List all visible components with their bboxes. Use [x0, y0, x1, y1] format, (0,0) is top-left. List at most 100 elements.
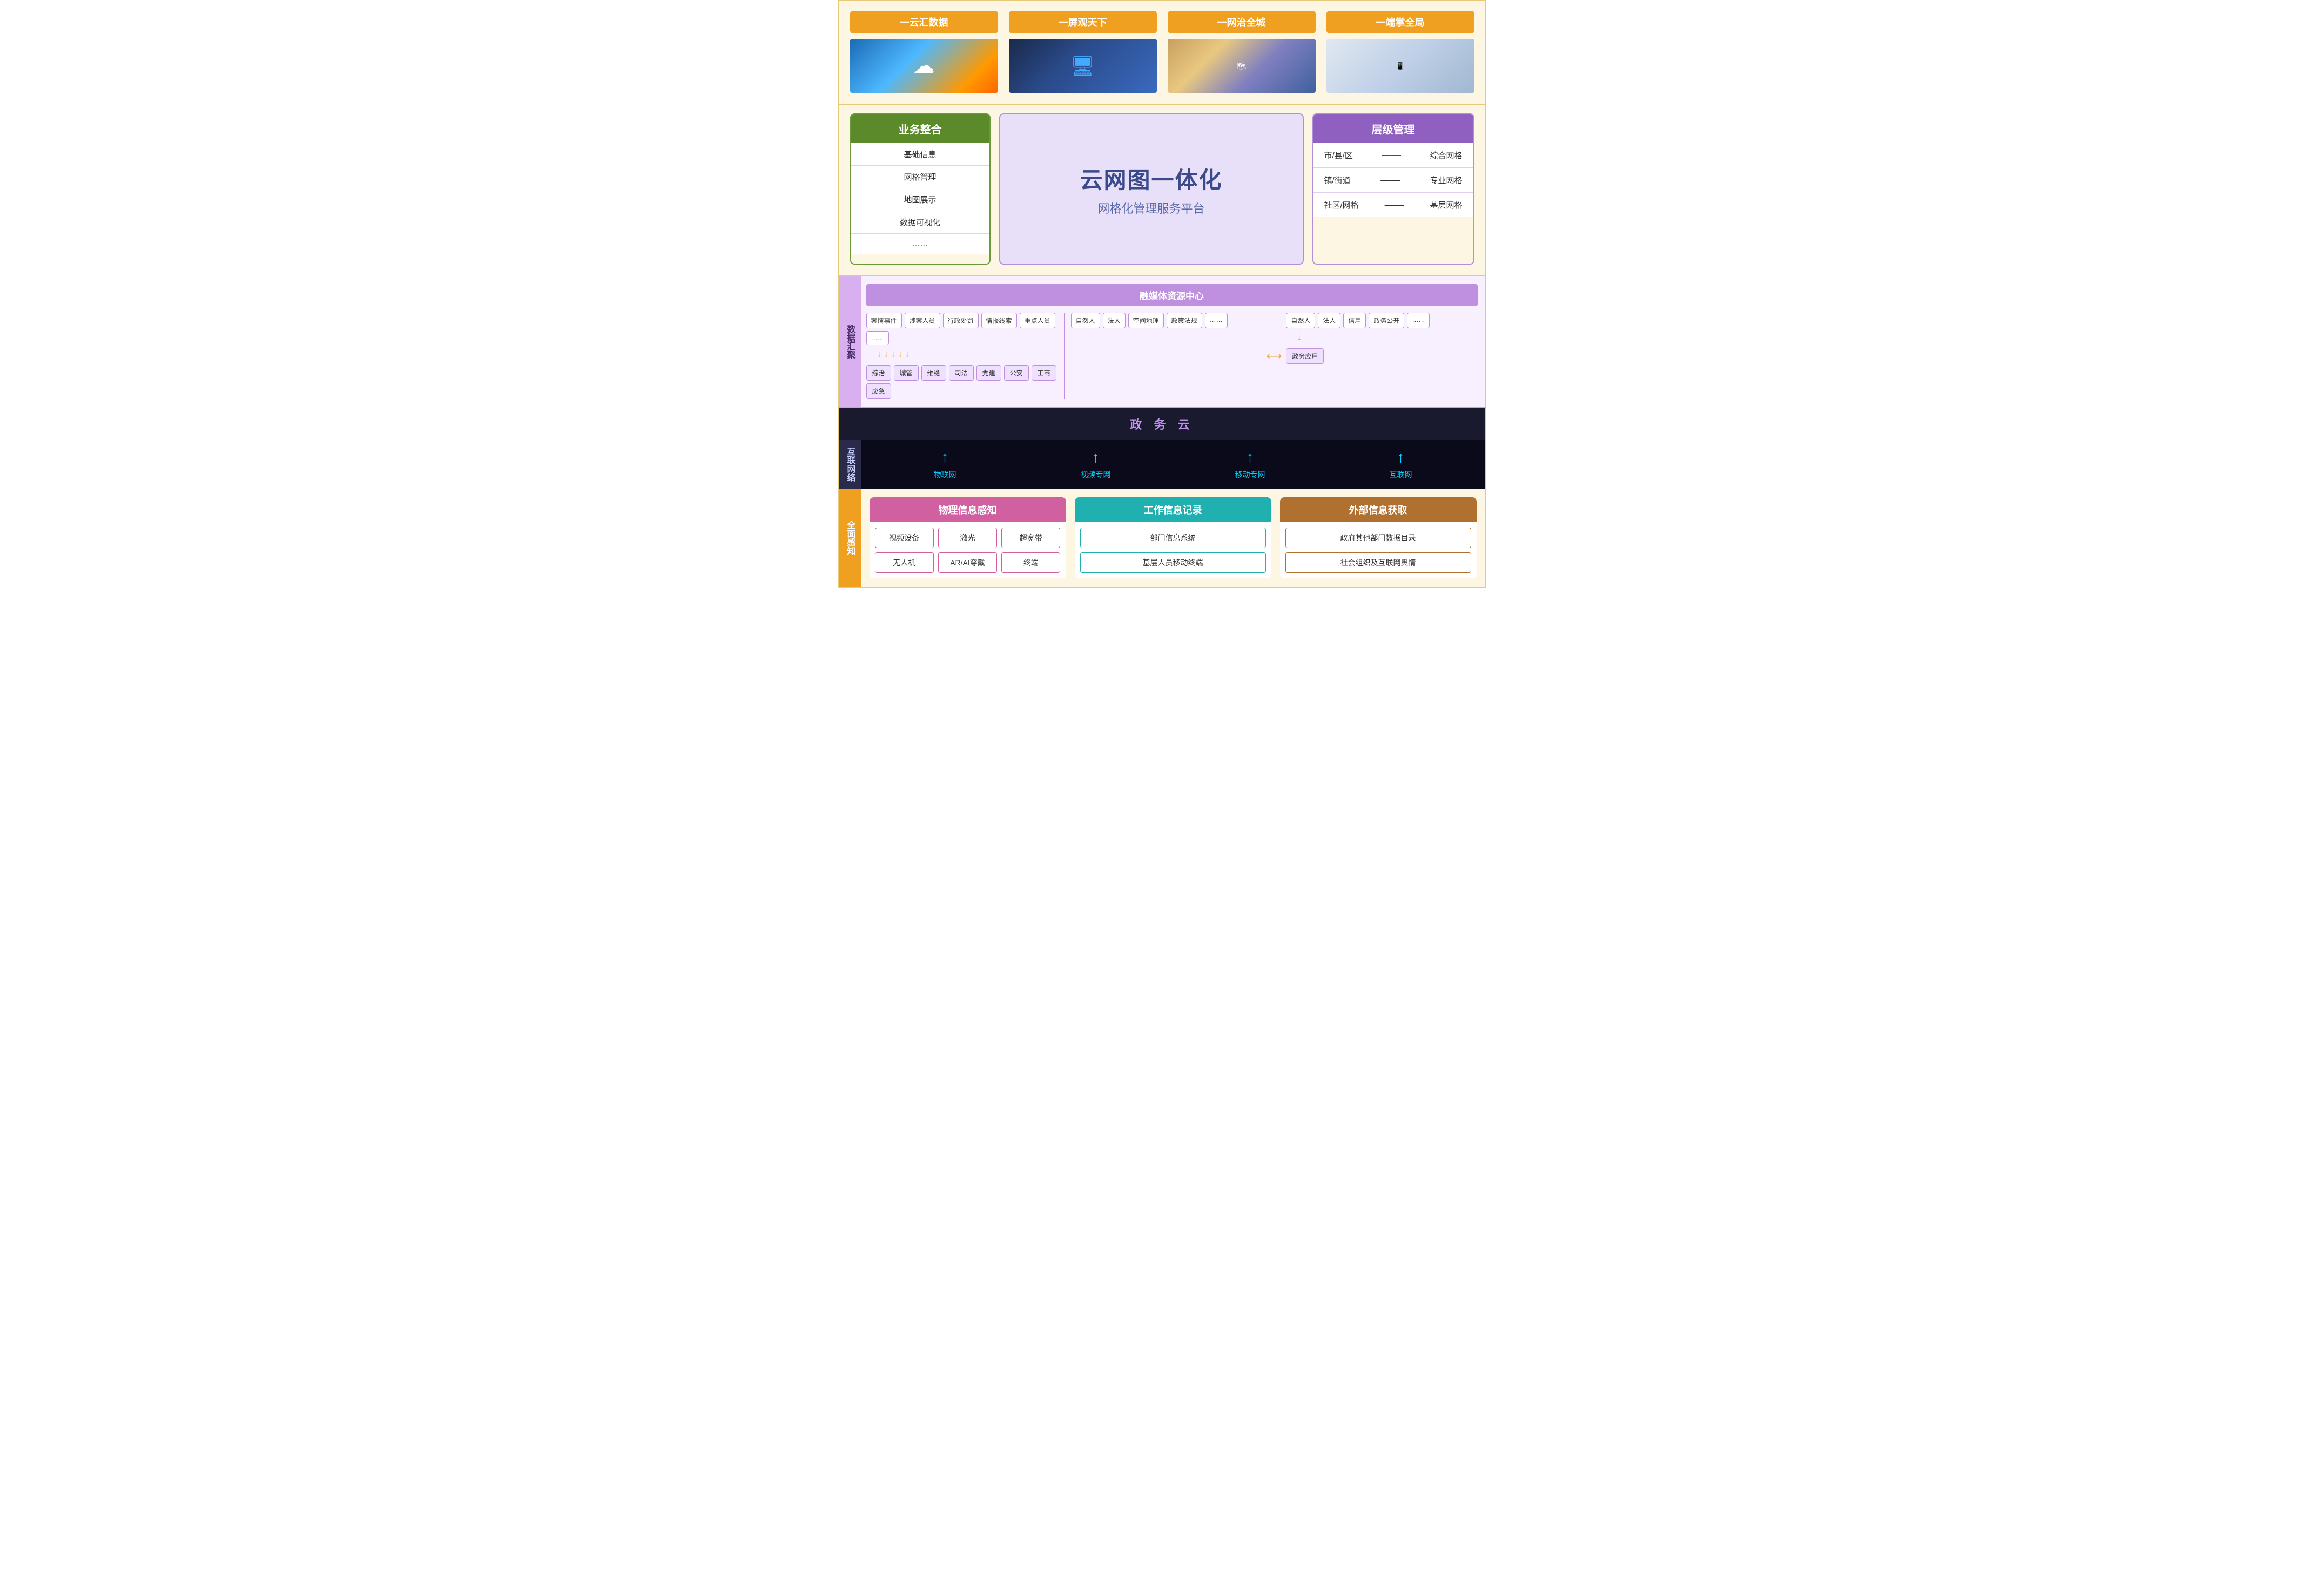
work-row-2: 基层人员移动终端	[1080, 552, 1266, 573]
tag-1: 案情事件	[866, 313, 902, 328]
external-row-2: 社会组织及互联网舆情	[1285, 552, 1471, 573]
work-cell-1: 部门信息系统	[1080, 528, 1266, 548]
level-right-3: 基层网格	[1430, 199, 1462, 211]
external-header: 外部信息获取	[1280, 497, 1477, 522]
external-row-1: 政府其他部门数据目录	[1285, 528, 1471, 548]
business-item-1: 基础信息	[851, 143, 989, 166]
network-arrow-2: ↑	[1092, 449, 1100, 466]
network-item-2: ↑ 视频专网	[1081, 449, 1111, 480]
physical-cell-1: 视频设备	[875, 528, 934, 548]
level-left-3: 社区/网格	[1324, 199, 1359, 211]
work-row-1: 部门信息系统	[1080, 528, 1266, 548]
level-item-1: 市/县/区 —— 综合网格	[1313, 143, 1473, 168]
tag-2: 涉案人员	[905, 313, 940, 328]
level-left-1: 市/县/区	[1324, 150, 1353, 161]
data-section: 数据汇聚 融媒体资源中心 案情事件 涉案人员 行政处罚 情报线索 重点人员 ………	[838, 276, 1486, 408]
top-card-title-1: 一云汇数据	[850, 11, 998, 33]
divider-1	[1064, 313, 1065, 399]
data-mid-col: 自然人 法人 空间地理 政策法规 ……	[1071, 313, 1262, 328]
top-card-1: 一云汇数据 ☁	[850, 11, 998, 93]
network-item-1: ↑ 物联网	[934, 449, 956, 480]
mid-tag-2: 法人	[1103, 313, 1126, 328]
media-center-title: 融媒体资源中心	[866, 284, 1478, 306]
physical-cell-3: 超宽带	[1001, 528, 1060, 548]
top-section: 一云汇数据 ☁ 一屏观天下 🖥 一网治全城 🗺 一端掌全局 📱	[838, 0, 1486, 105]
mid-tag-5: ……	[1205, 313, 1228, 328]
center-box: 云网图一体化 网格化管理服务平台	[999, 113, 1304, 265]
level-right-1: 综合网格	[1430, 150, 1462, 161]
mid-tags: 自然人 法人 空间地理 政策法规 ……	[1071, 313, 1262, 328]
network-arrow-3: ↑	[1247, 449, 1254, 466]
network-item-4: ↑ 互联网	[1390, 449, 1412, 480]
top-card-img-2: 🖥	[1009, 39, 1157, 93]
left-apps: 综治 城管 维稳 司法 党建 公安 工商 应急	[866, 365, 1057, 399]
bottom-section: 全面感知 物理信息感知 视频设备 激光 超宽带 无人机 AR/AI穿戴 终端 工…	[838, 489, 1486, 588]
top-card-img-1: ☁	[850, 39, 998, 93]
business-item-4: 数据可视化	[851, 211, 989, 234]
level-dash-1: ——	[1382, 150, 1401, 161]
network-label-1: 物联网	[934, 469, 956, 480]
app-8: 应急	[866, 383, 891, 399]
data-left-col: 案情事件 涉案人员 行政处罚 情报线索 重点人员 …… ↓↓↓↓↓ 综治 城管 …	[866, 313, 1057, 399]
mid-tag-1: 自然人	[1071, 313, 1100, 328]
top-card-3: 一网治全城 🗺	[1168, 11, 1316, 93]
left-tags: 案情事件 涉案人员 行政处罚 情报线索 重点人员 ……	[866, 313, 1057, 345]
right-app-1: 政务应用	[1286, 348, 1324, 364]
top-card-2: 一屏观天下 🖥	[1009, 11, 1157, 93]
data-main-row: 案情事件 涉案人员 行政处罚 情报线索 重点人员 …… ↓↓↓↓↓ 综治 城管 …	[866, 313, 1478, 399]
app-6: 公安	[1004, 365, 1029, 381]
right-apps: 政务应用	[1286, 348, 1477, 364]
bidirectional-arrow: ⟷	[1267, 349, 1282, 363]
top-card-4: 一端掌全局 📱	[1326, 11, 1474, 93]
bottom-label: 全面感知	[839, 489, 861, 587]
level-dash-2: ——	[1380, 174, 1400, 186]
network-item-3: ↑ 移动专网	[1235, 449, 1265, 480]
cloud-image: ☁	[850, 39, 998, 93]
app-4: 司法	[949, 365, 974, 381]
physical-body: 视频设备 激光 超宽带 无人机 AR/AI穿戴 终端	[870, 522, 1066, 578]
business-header: 业务整合	[851, 114, 989, 143]
network-content: ↑ 物联网 ↑ 视频专网 ↑ 移动专网 ↑ 互联网	[861, 440, 1485, 489]
tag-5: 重点人员	[1020, 313, 1055, 328]
network-label-4: 互联网	[1390, 469, 1412, 480]
external-body: 政府其他部门数据目录 社会组织及互联网舆情	[1280, 522, 1477, 578]
tag-3: 行政处罚	[943, 313, 979, 328]
right-tag-5: ……	[1407, 313, 1430, 328]
business-item-2: 网格管理	[851, 166, 989, 188]
physical-row-2: 无人机 AR/AI穿戴 终端	[875, 552, 1061, 573]
physical-header: 物理信息感知	[870, 497, 1066, 522]
mid-tag-3: 空间地理	[1128, 313, 1164, 328]
app-1: 综治	[866, 365, 891, 381]
physical-cell-2: 激光	[938, 528, 997, 548]
network-arrow-4: ↑	[1397, 449, 1405, 466]
level-header: 层级管理	[1313, 114, 1473, 143]
physical-row-1: 视频设备 激光 超宽带	[875, 528, 1061, 548]
top-card-img-4: 📱	[1326, 39, 1474, 93]
network-label-2: 视频专网	[1081, 469, 1111, 480]
physical-cell-6: 终端	[1001, 552, 1060, 573]
network-arrow-1: ↑	[941, 449, 949, 466]
right-tag-2: 法人	[1318, 313, 1340, 328]
physical-cell-5: AR/AI穿戴	[938, 552, 997, 573]
app-2: 城管	[894, 365, 919, 381]
business-item-3: 地图展示	[851, 188, 989, 211]
center-title-sub: 网格化管理服务平台	[1097, 199, 1204, 217]
top-card-title-2: 一屏观天下	[1009, 11, 1157, 33]
app-3: 维稳	[921, 365, 946, 381]
work-box: 工作信息记录 部门信息系统 基层人员移动终端	[1075, 497, 1271, 578]
work-header: 工作信息记录	[1075, 497, 1271, 522]
data-content: 融媒体资源中心 案情事件 涉案人员 行政处罚 情报线索 重点人员 …… ↓↓↓↓…	[861, 276, 1485, 407]
data-label: 数据汇聚	[839, 276, 861, 407]
external-cell-1: 政府其他部门数据目录	[1285, 528, 1471, 548]
level-item-2: 镇/街道 —— 专业网格	[1313, 168, 1473, 193]
level-dash-3: ——	[1385, 199, 1404, 211]
center-title-main: 云网图一体化	[1080, 162, 1222, 195]
top-card-title-3: 一网治全城	[1168, 11, 1316, 33]
mobile-image: 📱	[1326, 39, 1474, 93]
level-right-2: 专业网格	[1430, 174, 1462, 186]
network-label: 互联网络	[839, 440, 861, 489]
right-tags: 自然人 法人 信用 政务公开 ……	[1286, 313, 1477, 328]
physical-cell-4: 无人机	[875, 552, 934, 573]
left-down-arrows: ↓↓↓↓↓	[866, 348, 1057, 360]
bottom-content: 物理信息感知 视频设备 激光 超宽带 无人机 AR/AI穿戴 终端 工作信息记录…	[861, 489, 1485, 587]
